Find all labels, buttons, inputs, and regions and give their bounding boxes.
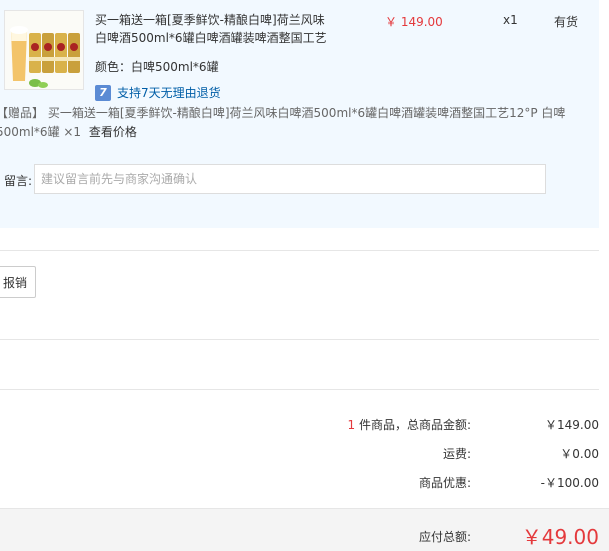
goods-total-row: 1 件商品，总商品金额: ￥149.00 xyxy=(0,416,600,436)
shipping-value: ￥0.00 xyxy=(560,447,599,461)
return-7day-icon: 7 xyxy=(95,84,111,101)
item-count: 1 xyxy=(347,418,356,432)
return-policy-text: 支持7天无理由退货 xyxy=(117,86,221,100)
total-bar: 应付总额: ￥49.00 xyxy=(0,508,609,551)
total-value: ￥49.00 xyxy=(521,525,599,549)
product-thumbnail[interactable] xyxy=(4,10,84,90)
divider xyxy=(0,389,599,390)
message-input[interactable] xyxy=(34,164,546,194)
gift-tag: 【赠品】 xyxy=(0,106,45,120)
quantity: x1 xyxy=(503,13,518,27)
goods-total-label: 1 件商品，总商品金额: xyxy=(348,416,472,433)
order-item-panel: 买一箱送一箱[夏季鲜饮-精酿白啤]荷兰风味白啤酒500ml*6罐白啤酒罐装啤酒整… xyxy=(0,0,599,228)
divider xyxy=(0,339,599,340)
item-count-suffix: 件商品，总商品金额: xyxy=(355,418,471,432)
beer-product-icon xyxy=(5,11,83,89)
gift-text: 买一箱送一箱[夏季鲜饮-精酿白啤]荷兰风味白啤酒500ml*6罐白啤酒罐装啤酒整… xyxy=(0,106,566,139)
shipping-row: 运费: ￥0.00 xyxy=(0,445,599,465)
unit-price: ￥ 149.00 xyxy=(385,15,443,29)
goods-total-value: ￥149.00 xyxy=(545,418,599,432)
return-policy[interactable]: 7 支持7天无理由退货 xyxy=(95,84,221,101)
divider xyxy=(0,250,599,251)
shipping-label: 运费: xyxy=(442,447,471,461)
gift-line: 【赠品】 买一箱送一箱[夏季鲜饮-精酿白啤]荷兰风味白啤酒500ml*6罐白啤酒… xyxy=(0,104,596,142)
invoice-button[interactable]: 报销 xyxy=(0,266,36,298)
discount-row: 商品优惠: -￥100.00 xyxy=(0,474,599,494)
discount-value: -￥100.00 xyxy=(540,476,599,490)
total-label: 应付总额: xyxy=(418,530,471,544)
stock-status: 有货 xyxy=(554,15,579,29)
product-color: 颜色：白啤500ml*6罐 xyxy=(95,60,219,74)
message-label: 留言: xyxy=(4,174,33,188)
discount-label: 商品优惠: xyxy=(418,476,471,490)
view-price-link[interactable]: 查看价格 xyxy=(89,125,137,139)
product-title[interactable]: 买一箱送一箱[夏季鲜饮-精酿白啤]荷兰风味白啤酒500ml*6罐白啤酒罐装啤酒整… xyxy=(95,11,335,47)
